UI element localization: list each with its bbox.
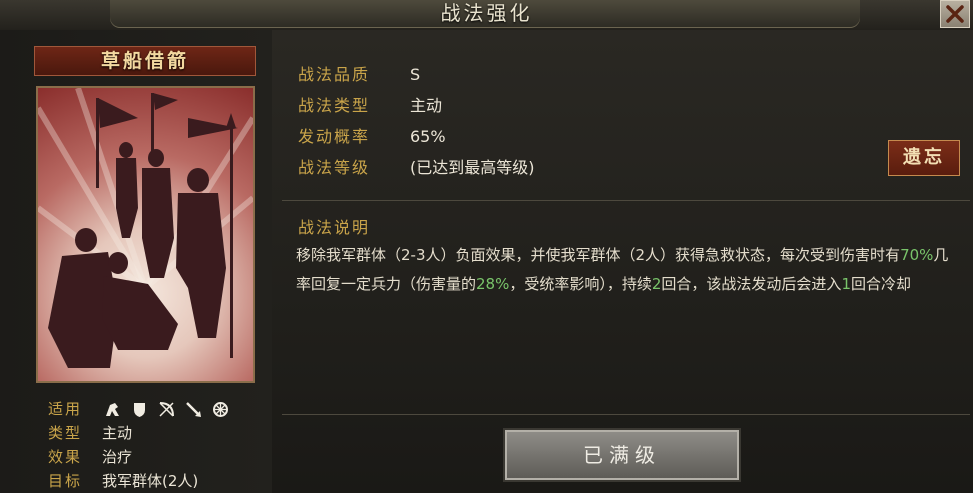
wheel-icon [212,401,229,418]
title-bar: 战法强化 [0,0,973,31]
description-part: 回合，该战法发动后会进入 [661,275,842,293]
trigger-rate-value: 65% [410,127,446,146]
attr-level: 战法等级 (已达到最高等级) [298,153,535,183]
attr-quality: 战法品质 S [298,60,420,90]
forget-button[interactable]: 遗忘 [888,140,960,176]
type-value: 主动 [102,424,133,442]
cavalry-icon [104,401,121,418]
close-button[interactable] [940,0,970,28]
description-value-heal-ratio: 28% [476,275,510,293]
divider-bottom [282,414,970,415]
bow-icon [158,401,175,418]
tactic-info: 适用 类型 主动 效果 治疗 目标 我军群体(2人) [48,397,229,493]
type-label: 类型 [48,424,83,442]
info-row-target: 目标 我军群体(2人) [48,469,229,493]
description-part: 移除我军群体（2-3人）负面效果，并使我军群体（2人）获得急救状态，每次受到伤害… [296,246,901,264]
target-label: 目标 [48,472,83,490]
tactic-illustration [38,88,253,368]
window-title: 战法强化 [440,1,533,25]
info-row-type: 类型 主动 [48,421,229,445]
description-value-cooldown: 1 [841,275,851,293]
info-row-effect: 效果 治疗 [48,445,229,469]
info-row-apply: 适用 [48,397,229,421]
effect-label: 效果 [48,448,83,466]
target-value: 我军群体(2人) [102,472,199,490]
description-value-duration: 2 [651,275,662,293]
shield-icon [131,401,148,418]
apply-icons [104,397,229,421]
tactic-description: 移除我军群体（2-3人）负面效果，并使我军群体（2人）获得急救状态，每次受到伤害… [296,241,960,299]
attr-type: 战法类型 主动 [298,91,442,121]
quality-label: 战法品质 [298,65,371,84]
level-value: (已达到最高等级) [410,158,535,177]
description-title: 战法说明 [298,218,371,237]
description-value-chance: 70% [900,246,934,264]
tactic-type-value: 主动 [410,96,443,115]
apply-label: 适用 [48,400,83,418]
attr-trigger-rate: 发动概率 65% [298,122,446,152]
close-icon [946,5,964,23]
level-label: 战法等级 [298,158,371,177]
description-part: 回合冷却 [850,275,911,293]
description-part: ，受统率影响），持续 [509,275,652,293]
divider-top [282,200,970,201]
tactic-card-art [36,86,255,383]
maxed-level-button[interactable]: 已满级 [505,430,739,480]
tactic-type-label: 战法类型 [298,96,371,115]
tactic-name: 草船借箭 [34,46,256,76]
effect-value: 治疗 [102,448,133,466]
trigger-rate-label: 发动概率 [298,127,371,146]
quality-value: S [410,65,421,84]
spear-icon [185,401,202,418]
